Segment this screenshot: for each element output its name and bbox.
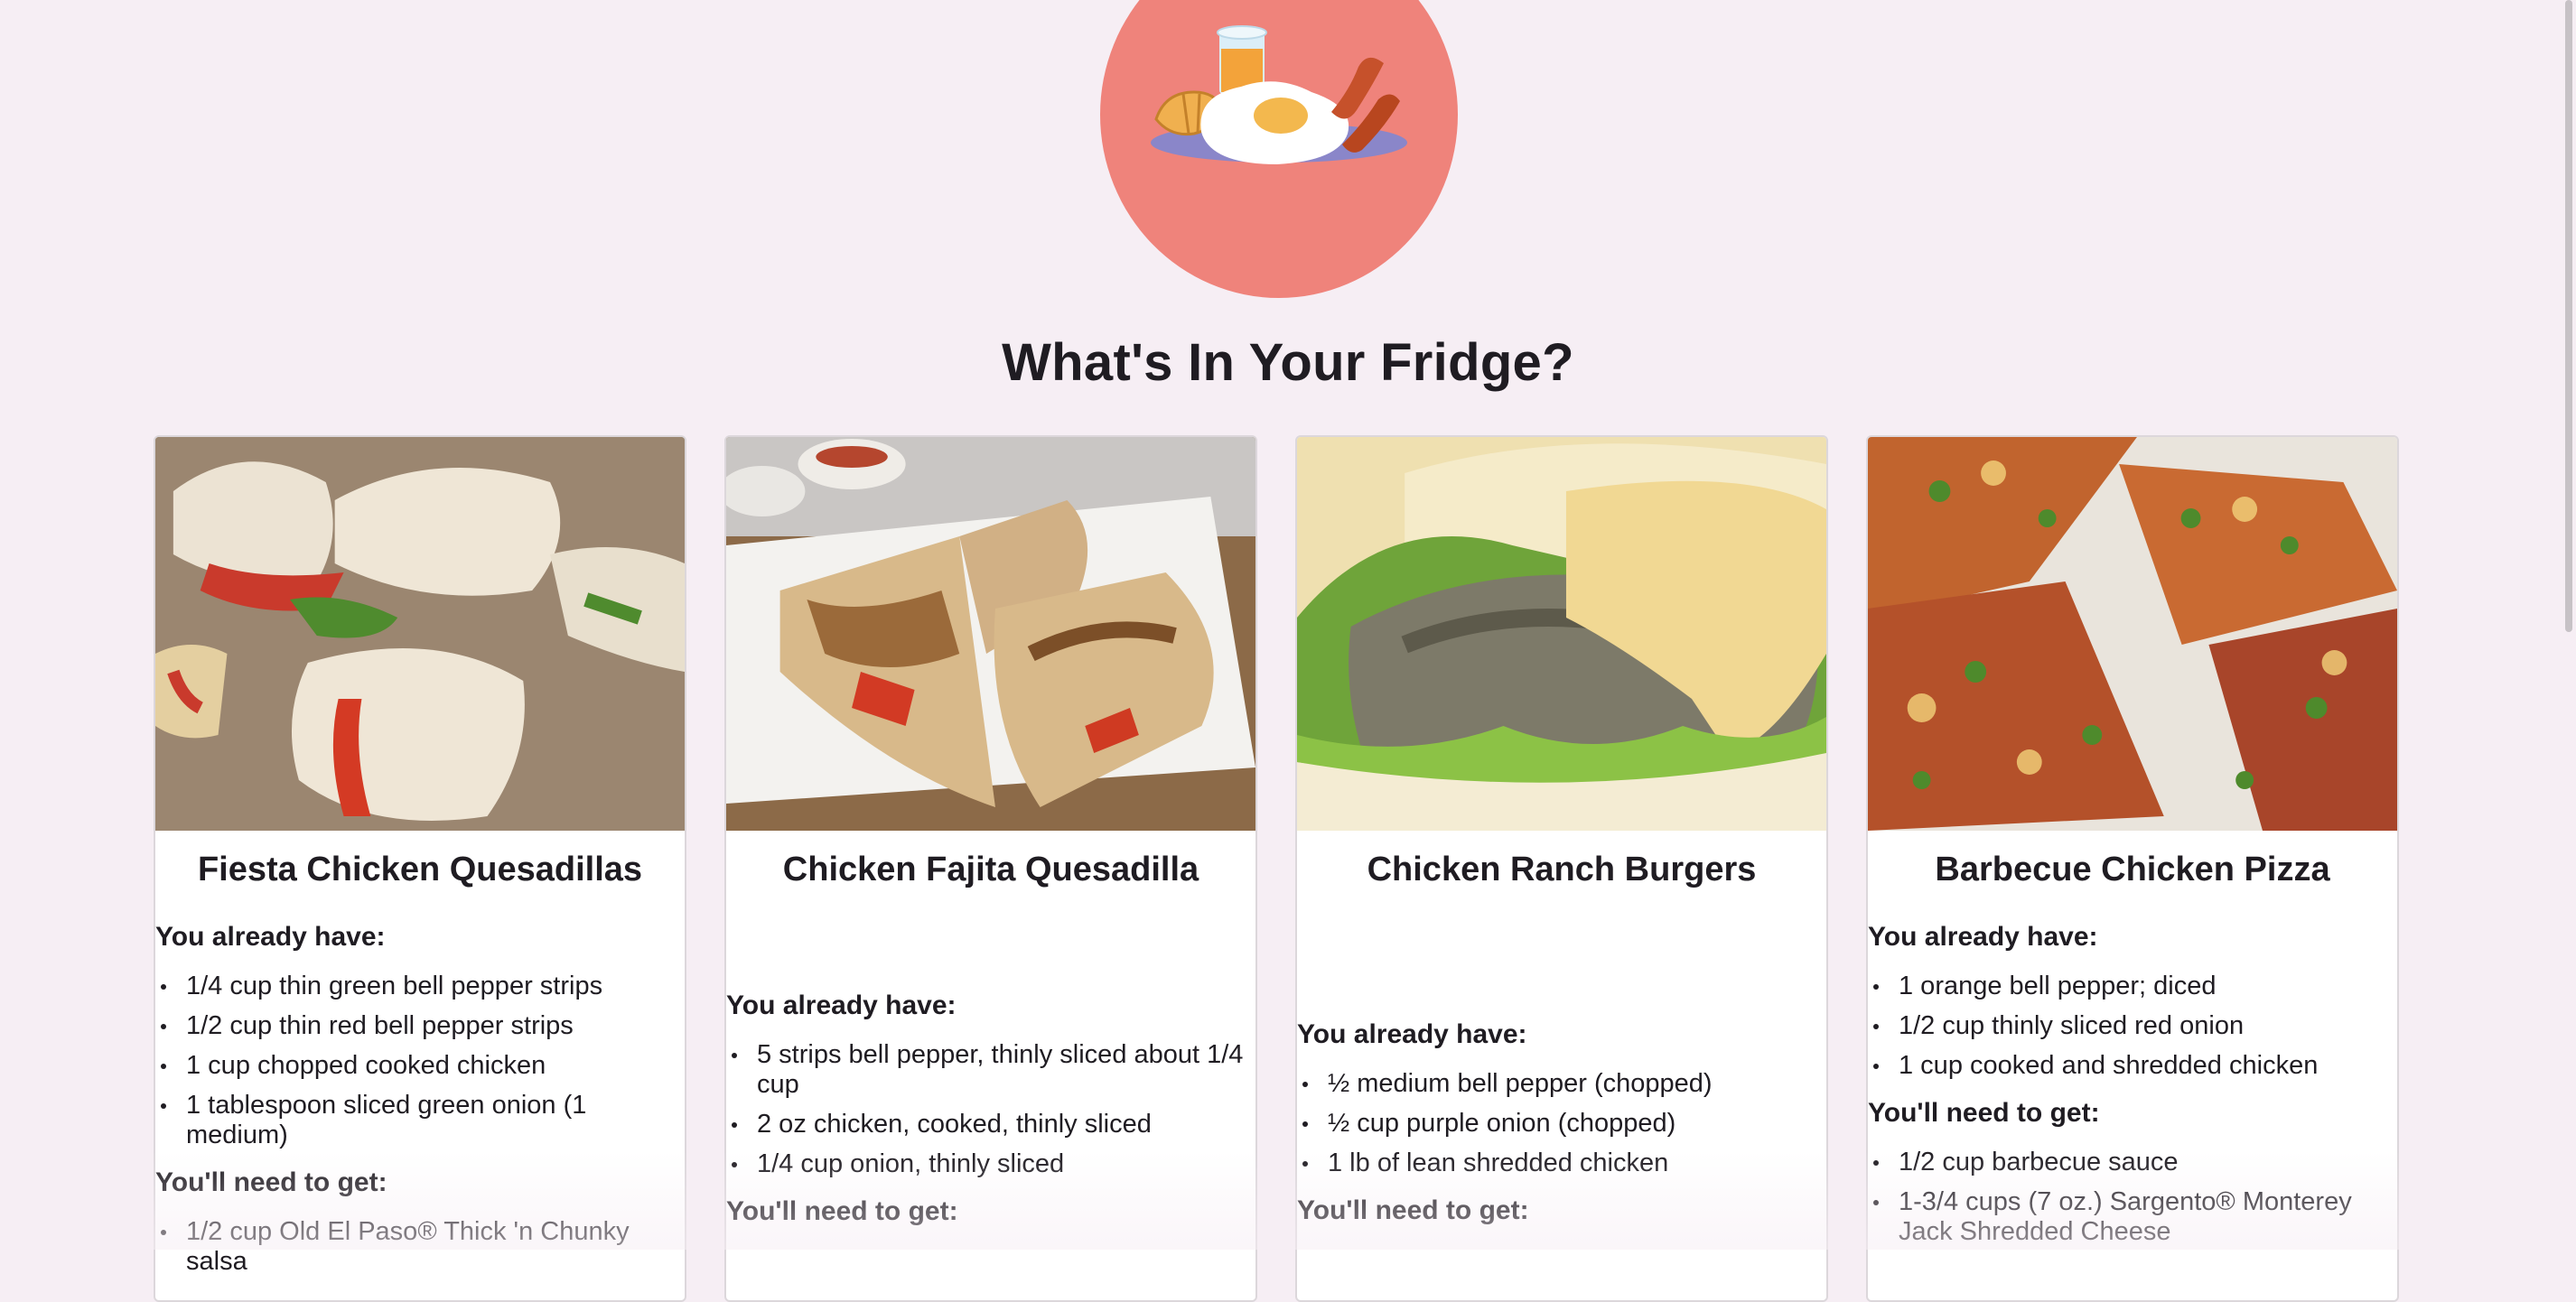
list-item: 1 cup cooked and shredded chicken <box>1868 1051 2394 1081</box>
need-heading: You'll need to get: <box>726 1196 958 1226</box>
quesadilla-photo[interactable] <box>155 437 685 831</box>
breakfast-logo <box>1100 0 1458 298</box>
list-item: 1/2 cup thin red bell pepper strips <box>155 1011 681 1041</box>
scrollbar-thumb[interactable] <box>2565 0 2572 632</box>
list-item: ½ medium bell pepper (chopped) <box>1297 1069 1823 1099</box>
recipe-title[interactable]: Barbecue Chicken Pizza <box>1868 851 2397 889</box>
need-list: 1/2 cup Old El Paso® Thick 'n Chunky sal… <box>155 1217 681 1277</box>
have-list: 1/4 cup thin green bell pepper strips 1/… <box>155 972 681 1150</box>
recipe-title[interactable]: Chicken Fajita Quesadilla <box>726 851 1255 889</box>
recipe-ingredients: You already have: 1 orange bell pepper; … <box>1868 919 2394 1261</box>
bbq-pizza-photo[interactable] <box>1868 437 2397 831</box>
have-heading: You already have: <box>726 990 957 1020</box>
have-list: ½ medium bell pepper (chopped) ½ cup pur… <box>1297 1069 1823 1178</box>
list-item: 1/4 cup onion, thinly sliced <box>726 1149 1252 1179</box>
list-item: 1/4 cup thin green bell pepper strips <box>155 972 681 1001</box>
chicken-burger-photo[interactable] <box>1297 437 1826 831</box>
recipe-card[interactable]: Chicken Fajita Quesadilla You already ha… <box>724 435 1257 1302</box>
list-item: 1/2 cup barbecue sauce <box>1868 1148 2394 1177</box>
list-item: 1 cup chopped cooked chicken <box>155 1051 681 1081</box>
recipe-ingredients: You already have: 1/4 cup thin green bel… <box>155 919 681 1291</box>
need-heading: You'll need to get: <box>1868 1098 2100 1128</box>
list-item: 1 tablespoon sliced green onion (1 mediu… <box>155 1091 681 1150</box>
have-heading: You already have: <box>1297 1019 1527 1049</box>
recipe-title[interactable]: Fiesta Chicken Quesadillas <box>155 851 685 889</box>
need-list: 1/2 cup barbecue sauce 1-3/4 cups (7 oz.… <box>1868 1148 2394 1247</box>
list-item: 5 strips bell pepper, thinly sliced abou… <box>726 1040 1252 1100</box>
page-title: What's In Your Fridge? <box>1002 333 1574 392</box>
need-heading: You'll need to get: <box>1297 1195 1529 1225</box>
list-item: 1/2 cup thinly sliced red onion <box>1868 1011 2394 1041</box>
fajita-quesadilla-photo[interactable] <box>726 437 1255 831</box>
have-list: 5 strips bell pepper, thinly sliced abou… <box>726 1040 1252 1179</box>
list-item: ½ cup purple onion (chopped) <box>1297 1109 1823 1139</box>
list-item: 1/2 cup Old El Paso® Thick 'n Chunky sal… <box>155 1217 681 1277</box>
recipe-card[interactable]: Chicken Ranch Burgers You already have: … <box>1295 435 1828 1302</box>
list-item: 2 oz chicken, cooked, thinly sliced <box>726 1110 1252 1139</box>
have-list: 1 orange bell pepper; diced 1/2 cup thin… <box>1868 972 2394 1081</box>
list-item: 1 lb of lean shredded chicken <box>1297 1149 1823 1178</box>
list-item: 1-3/4 cups (7 oz.) Sargento® Monterey Ja… <box>1868 1187 2394 1247</box>
recipe-ingredients: You already have: 5 strips bell pepper, … <box>726 988 1252 1246</box>
recipe-card[interactable]: Barbecue Chicken Pizza You already have:… <box>1866 435 2399 1302</box>
need-heading: You'll need to get: <box>155 1167 387 1197</box>
list-item: 1 orange bell pepper; diced <box>1868 972 2394 1001</box>
have-heading: You already have: <box>155 922 386 952</box>
recipe-ingredients: You already have: ½ medium bell pepper (… <box>1297 1017 1823 1245</box>
page-scrollbar[interactable] <box>2558 0 2576 1250</box>
recipe-card[interactable]: Fiesta Chicken Quesadillas You already h… <box>154 435 686 1302</box>
breakfast-plate-icon <box>1151 25 1407 164</box>
have-heading: You already have: <box>1868 922 2098 952</box>
recipe-title[interactable]: Chicken Ranch Burgers <box>1297 851 1826 889</box>
